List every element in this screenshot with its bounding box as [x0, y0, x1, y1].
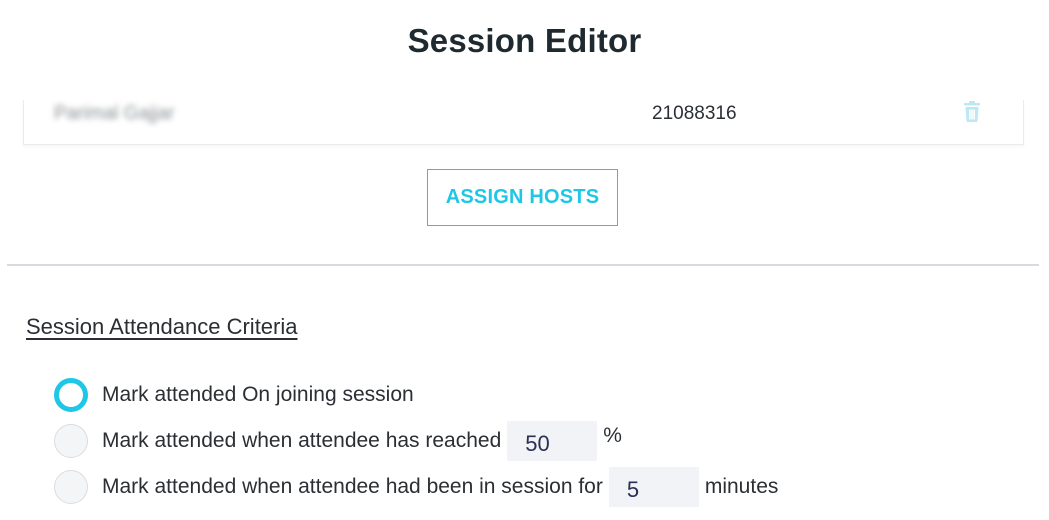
- attendance-criteria-heading: Session Attendance Criteria: [26, 314, 298, 339]
- attendance-option-on-join[interactable]: Mark attended On joining session: [54, 376, 414, 414]
- radio-percent[interactable]: [54, 424, 88, 458]
- minutes-input[interactable]: [608, 467, 699, 507]
- percent-suffix: %: [603, 424, 622, 447]
- option-label-minutes: Mark attended when attendee had been in …: [102, 475, 603, 498]
- section-divider: [7, 264, 1039, 266]
- page-title: Session Editor: [407, 22, 642, 59]
- radio-on-join[interactable]: [54, 378, 88, 412]
- attendance-option-percent[interactable]: Mark attended when attendee has reached …: [54, 421, 622, 461]
- percent-input[interactable]: [507, 421, 598, 461]
- option-label-percent: Mark attended when attendee has reached: [102, 429, 502, 452]
- radio-minutes[interactable]: [54, 470, 88, 504]
- host-id: 21088316: [652, 103, 737, 124]
- option-label-on-join: Mark attended On joining session: [102, 383, 414, 406]
- host-row: Parimal Gajjar 21088316: [23, 100, 1024, 145]
- minutes-suffix: minutes: [704, 475, 779, 498]
- attendance-option-minutes[interactable]: Mark attended when attendee had been in …: [54, 467, 779, 507]
- trash-icon[interactable]: [962, 101, 982, 123]
- assign-hosts-button[interactable]: ASSIGN HOSTS: [427, 169, 618, 226]
- host-name: Parimal Gajjar: [54, 103, 175, 124]
- trash-icon-graphic: [964, 101, 980, 122]
